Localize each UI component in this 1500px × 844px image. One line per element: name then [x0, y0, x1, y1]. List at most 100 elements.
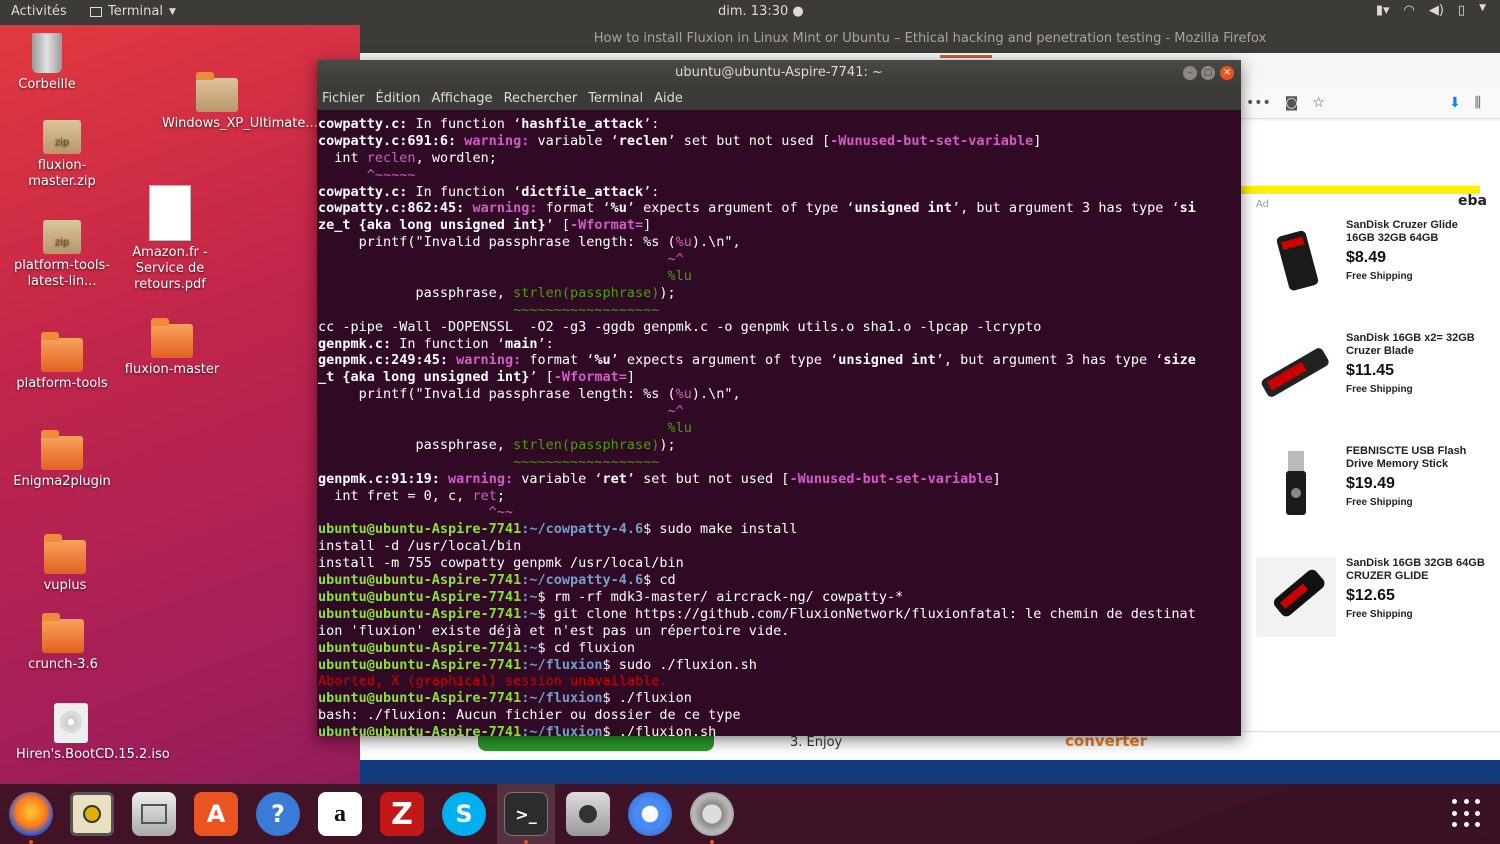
system-menu-chevron-icon: ▼ [1479, 3, 1486, 13]
product-price: $19.49 [1346, 475, 1395, 492]
product-card[interactable]: FEBNISCTE USB Flash Drive Memory Stick $… [1256, 445, 1486, 545]
clock[interactable]: dim. 13:30 ● [718, 4, 804, 19]
folder-icon [151, 318, 193, 358]
app-menu[interactable]: Terminal ▼ [90, 4, 176, 19]
ebay-logo[interactable]: eba [1458, 193, 1487, 209]
software-center-icon[interactable]: A [194, 792, 238, 836]
desktop-icon-windows-xp[interactable]: Windows_XP_Ultimate... [162, 72, 318, 132]
system-tray[interactable]: ▮▾ ◠ ◀) ▯ ▼ [1376, 3, 1486, 18]
menu-fichier[interactable]: Fichier [322, 91, 365, 106]
menu-aide[interactable]: Aide [654, 91, 683, 106]
usb-drive-image [1256, 219, 1336, 299]
minimize-icon[interactable]: – [1183, 66, 1197, 80]
help-icon[interactable]: ? [256, 792, 300, 836]
dock: A ? a Z S >_ [0, 784, 1500, 844]
terminal-line: genpmk.c:249:45: warning: format ‘%u’ ex… [318, 352, 1196, 369]
running-indicator [710, 840, 714, 844]
product-card[interactable]: SanDisk 16GB 32GB 64GB CRUZER GLIDE $12.… [1256, 557, 1486, 657]
desktop-icon-fluxion-zip[interactable]: zip fluxion-master.zip [7, 120, 117, 190]
menu-terminal[interactable]: Terminal [588, 91, 643, 106]
wifi-icon: ◠ [1403, 3, 1415, 18]
terminal-line: cc -pipe -Wall -DOPENSSL -O2 -g3 -ggdb g… [318, 318, 1042, 335]
usb-drive-image [1256, 557, 1336, 637]
filezilla-icon[interactable]: Z [380, 792, 424, 836]
terminal-line: ubuntu@ubuntu-Aspire-7741:~/fluxion$ sud… [318, 656, 757, 673]
maximize-icon[interactable]: □ [1201, 66, 1215, 80]
desktop-icon-label: vuplus [43, 578, 87, 593]
menu-edition[interactable]: Édition [376, 91, 421, 106]
desktop-icon-label: Amazon.fr - Service de retours.pdf [132, 245, 208, 292]
desktop-icon-hirens-iso[interactable]: Hiren's.BootCD.15.2.iso [16, 703, 170, 763]
tab-indicator [940, 55, 992, 58]
screenshot-icon[interactable] [566, 792, 610, 836]
desktop-icon-trash[interactable]: Corbeille [0, 33, 102, 93]
network-icon[interactable]: ▮▾ [1376, 3, 1390, 18]
menu-rechercher[interactable]: Rechercher [504, 91, 578, 106]
firefox-toolbar: ••• ◙ ☆ ⬇ ⫼ [1240, 87, 1500, 119]
bookmark-star-icon[interactable]: ☆ [1312, 95, 1325, 111]
terminal-line: cowpatty.c: In function ‘hashfile_attack… [318, 116, 660, 132]
ad-column: Ad eba SanDisk Cruzer Glide 16GB 32GB 64… [1240, 121, 1500, 761]
terminal-line: ze_t {aka long unsigned int}’ [-Wformat=… [318, 217, 652, 234]
terminal-line: int fret = 0, c, ret; [318, 487, 505, 504]
pocket-icon[interactable]: ◙ [1285, 95, 1299, 111]
terminal-line: cowpatty.c:862:45: warning: format ‘%u’ … [318, 200, 1196, 217]
product-price: $11.45 [1346, 362, 1395, 379]
page-footer-band [360, 760, 1500, 785]
terminal-line: genpmk.c: In function ‘main’: [318, 335, 554, 352]
desktop-icon-crunch[interactable]: crunch-3.6 [8, 613, 118, 673]
trash-icon [32, 33, 62, 73]
chromium-icon[interactable] [628, 792, 672, 836]
download-button[interactable] [478, 735, 714, 751]
settings-gear-icon[interactable] [690, 792, 734, 836]
amazon-icon[interactable]: a [318, 792, 362, 836]
desktop-icon-label: crunch-3.6 [28, 657, 98, 672]
terminal-line: ~^ [318, 403, 684, 420]
desktop-icon-platform-tools-zip[interactable]: zip platform-tools-latest-lin... [7, 220, 117, 290]
page-step-text: 3. Enjoy [790, 735, 843, 750]
terminal-line: passphrase, strlen(passphrase)); [318, 436, 676, 453]
product-card[interactable]: SanDisk Cruzer Glide 16GB 32GB 64GB $8.4… [1256, 219, 1486, 319]
terminal-line: cowpatty.c:691:6: warning: variable ‘rec… [318, 132, 1042, 149]
terminal-title: ubuntu@ubuntu-Aspire-7741: ~ [675, 65, 883, 80]
library-icon[interactable]: ⫼ [1475, 95, 1481, 111]
menu-affichage[interactable]: Affichage [431, 91, 492, 106]
downloads-icon[interactable]: ⬇ [1449, 95, 1461, 111]
product-card[interactable]: SanDisk 16GB x2= 32GB Cruzer Blade $11.4… [1256, 332, 1486, 432]
desktop-icon-vuplus[interactable]: vuplus [10, 534, 120, 594]
page-actions-icon[interactable]: ••• [1246, 95, 1271, 111]
desktop-icon-fluxion-master[interactable]: fluxion-master [117, 318, 227, 378]
desktop-icon-enigma2plugin[interactable]: Enigma2plugin [7, 430, 117, 490]
firefox-icon[interactable] [9, 792, 53, 836]
terminal-line: cowpatty.c: In function ‘dictfile_attack… [318, 183, 660, 200]
close-icon[interactable]: ✕ [1220, 66, 1234, 80]
terminal-line: install -d /usr/local/bin [318, 538, 522, 555]
desktop-icon-label: Hiren's.BootCD.15.2.iso [16, 747, 170, 762]
top-bar: Activités Terminal ▼ dim. 13:30 ● ▮▾ ◠ ◀… [0, 0, 1500, 25]
terminal-window[interactable]: ubuntu@ubuntu-Aspire-7741: ~ – □ ✕ Fichi… [317, 60, 1241, 736]
desktop-icon-label: Enigma2plugin [13, 474, 111, 489]
volume-icon: ◀) [1428, 3, 1444, 18]
terminal-line: Aborted, X (graphical) session unavailab… [318, 673, 668, 690]
skype-icon[interactable]: S [442, 792, 486, 836]
terminal-line: ion 'fluxion' existe déjà et n'est pas u… [318, 622, 790, 639]
desktop-icon-platform-tools[interactable]: platform-tools [7, 332, 117, 392]
files-icon[interactable] [132, 792, 176, 836]
terminal-titlebar[interactable]: ubuntu@ubuntu-Aspire-7741: ~ – □ ✕ [317, 60, 1241, 86]
activities-button[interactable]: Activités [11, 4, 67, 19]
iso-icon [54, 703, 88, 743]
show-applications-icon[interactable] [1452, 799, 1482, 829]
terminal-line: _t {aka long unsigned int}’ [-Wformat=] [318, 369, 636, 386]
folder-icon [42, 613, 84, 653]
desktop-icon-amazon-pdf[interactable]: Amazon.fr - Service de retours.pdf [115, 185, 225, 293]
terminal-icon[interactable]: >_ [504, 792, 548, 836]
terminal-line: bash: ./fluxion: Aucun fichier ou dossie… [318, 707, 741, 724]
firefox-title: How to install Fluxion in Linux Mint or … [360, 25, 1500, 53]
terminal-menubar: Fichier Édition Affichage Rechercher Ter… [317, 86, 1241, 110]
terminal-line: ~~~~~~~~~~~~~~~~~~ [318, 453, 660, 470]
rhythmbox-icon[interactable] [70, 792, 114, 836]
terminal-output[interactable]: cowpatty.c: In function ‘hashfile_attack… [317, 116, 1241, 736]
terminal-line: ~~~~~~~~~~~~~~~~~~ [318, 301, 660, 318]
desktop-icon-label: Corbeille [18, 77, 76, 92]
notification-dot-icon: ● [792, 4, 804, 19]
